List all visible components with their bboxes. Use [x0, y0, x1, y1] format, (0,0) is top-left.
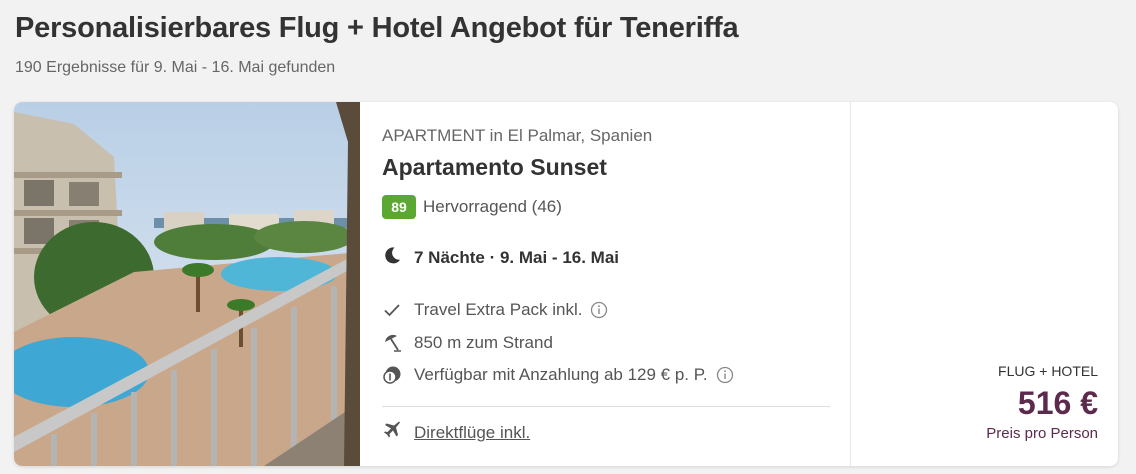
package-label: FLUG + HOTEL — [998, 363, 1098, 379]
price-panel[interactable]: FLUG + HOTEL 516 € Preis pro Person — [850, 102, 1118, 466]
feature-deposit: Verfügbar mit Anzahlung ab 129 € p. P. — [382, 365, 734, 385]
hotel-photo[interactable] — [14, 102, 360, 466]
divider — [382, 406, 830, 407]
direct-flights-text[interactable]: Direktflüge inkl. — [414, 423, 530, 443]
info-icon[interactable] — [716, 366, 734, 384]
hotel-name[interactable]: Apartamento Sunset — [382, 154, 607, 181]
feature-text: 850 m zum Strand — [414, 333, 553, 352]
feature-beach-distance: 850 m zum Strand — [382, 333, 553, 353]
info-icon[interactable] — [590, 301, 608, 319]
beach-umbrella-icon — [382, 333, 402, 353]
offer-card[interactable]: APARTMENT in El Palmar, Spanien Apartame… — [14, 102, 1118, 466]
moon-icon — [382, 245, 402, 270]
offer-details: APARTMENT in El Palmar, Spanien Apartame… — [382, 102, 830, 466]
results-count: 190 Ergebnisse für 9. Mai - 16. Mai gefu… — [15, 59, 336, 76]
price-per-person-label: Preis pro Person — [986, 425, 1098, 442]
checkmark-icon — [382, 300, 402, 320]
rating: 89 Hervorragend (46) — [382, 195, 562, 219]
deposit-coin-icon — [382, 365, 402, 385]
stay-duration: 7 Nächte · 9. Mai - 16. Mai — [382, 245, 619, 270]
page-title: Personalisierbares Flug + Hotel Angebot … — [15, 12, 739, 44]
price-value: 516 € — [1017, 385, 1098, 421]
stay-dates: 7 Nächte · 9. Mai - 16. Mai — [414, 247, 620, 267]
direct-flights-link[interactable]: Direktflüge inkl. — [382, 420, 530, 445]
feature-text: Verfügbar mit Anzahlung ab 129 € p. P. — [414, 365, 708, 384]
rating-badge: 89 — [382, 195, 416, 219]
feature-travel-extra: Travel Extra Pack inkl. — [382, 300, 608, 320]
rating-text: Hervorragend (46) — [423, 197, 562, 216]
accommodation-type-location: APARTMENT in El Palmar, Spanien — [382, 126, 653, 145]
feature-text: Travel Extra Pack inkl. — [414, 300, 583, 319]
airplane-icon — [382, 420, 402, 445]
